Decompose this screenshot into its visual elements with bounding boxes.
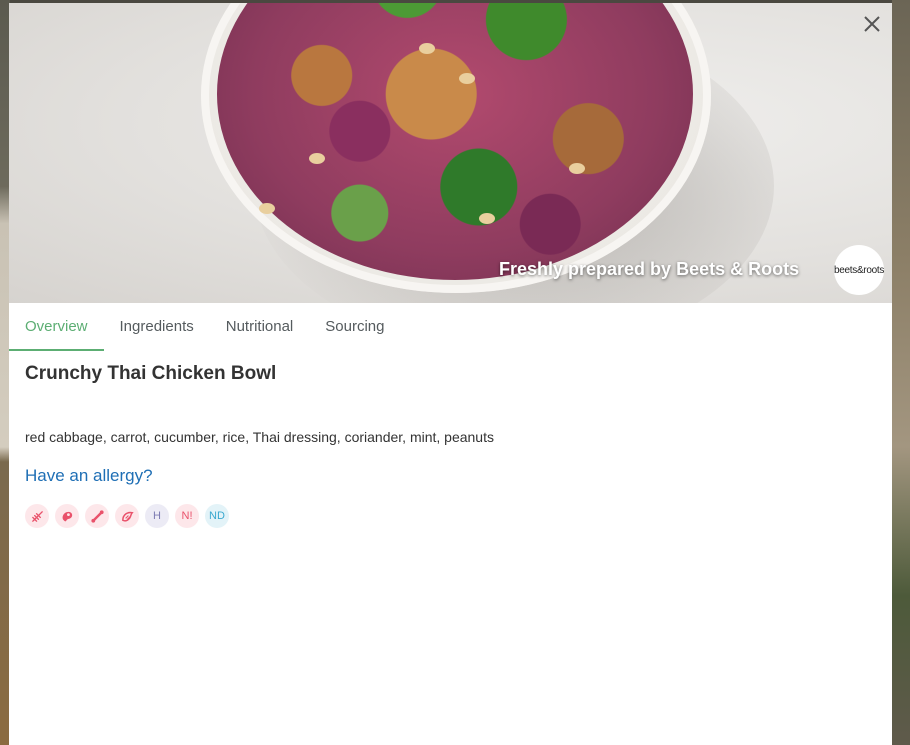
peanut: [259, 203, 275, 214]
tab-sourcing[interactable]: Sourcing: [309, 303, 400, 351]
allergy-link[interactable]: Have an allergy?: [25, 466, 153, 486]
brand-logo: beets &roots: [834, 245, 884, 295]
product-title: Crunchy Thai Chicken Bowl: [25, 363, 277, 384]
peanut: [309, 153, 325, 164]
nuts-icon: N!: [175, 504, 199, 528]
ingredient-list: red cabbage, carrot, cucumber, rice, Tha…: [25, 429, 494, 445]
bone-icon: [85, 504, 109, 528]
peanut: [569, 163, 585, 174]
peanut: [419, 43, 435, 54]
tab-bar: Overview Ingredients Nutritional Sourcin…: [9, 303, 892, 351]
halal-icon: H: [145, 504, 169, 528]
dietary-badges: H N! ND: [25, 504, 229, 528]
tab-nutritional[interactable]: Nutritional: [210, 303, 310, 351]
peanut: [479, 213, 495, 224]
peanut: [459, 73, 475, 84]
close-button[interactable]: [861, 13, 883, 35]
tab-ingredients[interactable]: Ingredients: [104, 303, 210, 351]
overview-panel: Crunchy Thai Chicken Bowl red cabbage, c…: [25, 363, 875, 528]
close-icon: [864, 16, 880, 32]
background-right-strip: [892, 0, 910, 745]
no-dairy-icon: ND: [205, 504, 229, 528]
wheat-icon: [25, 504, 49, 528]
tab-overview[interactable]: Overview: [9, 303, 104, 351]
product-modal: Freshly prepared by Beets & Roots beets &…: [9, 3, 892, 745]
hero-image: Freshly prepared by Beets & Roots beets &…: [9, 3, 892, 303]
shrimp-icon: [115, 504, 139, 528]
meat-icon: [55, 504, 79, 528]
hero-caption: Freshly prepared by Beets & Roots: [499, 259, 800, 279]
